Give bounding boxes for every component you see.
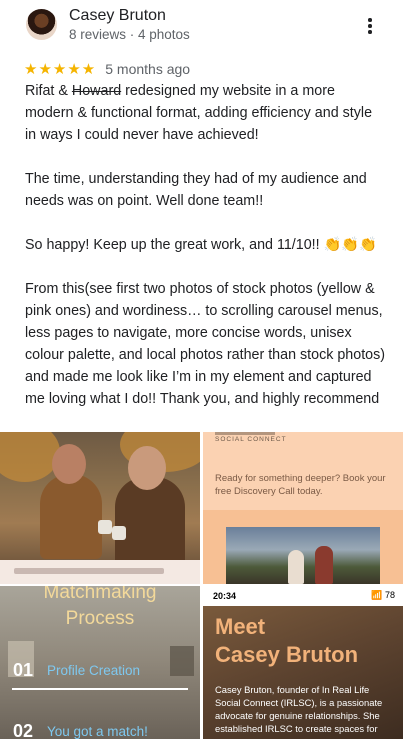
star-rating: ★★★★★ bbox=[24, 61, 97, 78]
cta-text: Ready for something deeper? Book your fr… bbox=[215, 473, 386, 497]
step-label: You got a match! bbox=[47, 724, 148, 739]
review-header: Casey Bruton 8 reviews · 4 photos bbox=[0, 0, 403, 52]
caption-strip bbox=[0, 560, 200, 584]
review-photos-grid: SOCIAL CONNECT Ready for something deepe… bbox=[0, 432, 403, 739]
step-number: 02 bbox=[13, 721, 34, 739]
person-figure bbox=[288, 550, 304, 584]
woman-head bbox=[128, 446, 166, 490]
divider bbox=[12, 688, 188, 690]
review-text-segment: Rifat & bbox=[25, 83, 72, 99]
reviewer-avatar[interactable] bbox=[26, 9, 57, 40]
review-text: Rifat & Howard redesigned my website in … bbox=[25, 80, 387, 410]
reviewer-meta: 8 reviews · 4 photos bbox=[69, 27, 190, 42]
struck-name: Howard bbox=[71, 83, 122, 99]
process-title: Matchmaking bbox=[43, 586, 157, 603]
wall-frame bbox=[170, 646, 194, 676]
review-photo-meet-casey[interactable]: 20:34 📶 78 Meet Casey Bruton Casey Bruto… bbox=[203, 586, 403, 739]
coffee-cup bbox=[98, 520, 112, 534]
status-icons: 📶 78 bbox=[371, 590, 395, 600]
review-paragraph-3: So happy! Keep up the great work, and 11… bbox=[25, 237, 377, 253]
person-figure bbox=[315, 546, 333, 584]
review-photo-couple[interactable] bbox=[0, 432, 200, 584]
review-photo-website-pink[interactable]: SOCIAL CONNECT Ready for something deepe… bbox=[203, 432, 403, 584]
phone-status-bar: 20:34 📶 78 bbox=[203, 586, 403, 606]
step-label: Profile Creation bbox=[47, 663, 141, 678]
foliage bbox=[0, 432, 60, 482]
woman-figure bbox=[115, 477, 185, 567]
logo-fragment bbox=[215, 432, 275, 435]
process-subtitle: Process bbox=[65, 608, 135, 629]
name-heading: Casey Bruton bbox=[215, 642, 359, 667]
more-vert-icon bbox=[360, 16, 380, 34]
man-figure bbox=[40, 474, 102, 559]
meet-heading: Meet bbox=[215, 614, 266, 639]
brand-label: SOCIAL CONNECT bbox=[215, 436, 287, 443]
man-head bbox=[52, 444, 86, 484]
step-number: 01 bbox=[13, 660, 34, 680]
review-paragraph-2: The time, understanding they had of my a… bbox=[25, 171, 367, 209]
review-photo-matchmaking[interactable]: Matchmaking Process 01 Profile Creation … bbox=[0, 586, 200, 739]
reviewer-name[interactable]: Casey Bruton bbox=[69, 7, 166, 25]
bio-text: Casey Bruton, founder of In Real Life So… bbox=[215, 684, 383, 734]
rating-row: ★★★★★ 5 months ago bbox=[24, 59, 190, 79]
coffee-cup bbox=[112, 526, 126, 540]
review-date: 5 months ago bbox=[105, 61, 191, 77]
status-time: 20:34 bbox=[213, 591, 237, 601]
more-options-button[interactable] bbox=[360, 16, 380, 38]
review-paragraph-4: From this(see first two photos of stock … bbox=[25, 281, 386, 407]
review-paragraph-1: Rifat & Howard redesigned my website in … bbox=[25, 80, 387, 146]
